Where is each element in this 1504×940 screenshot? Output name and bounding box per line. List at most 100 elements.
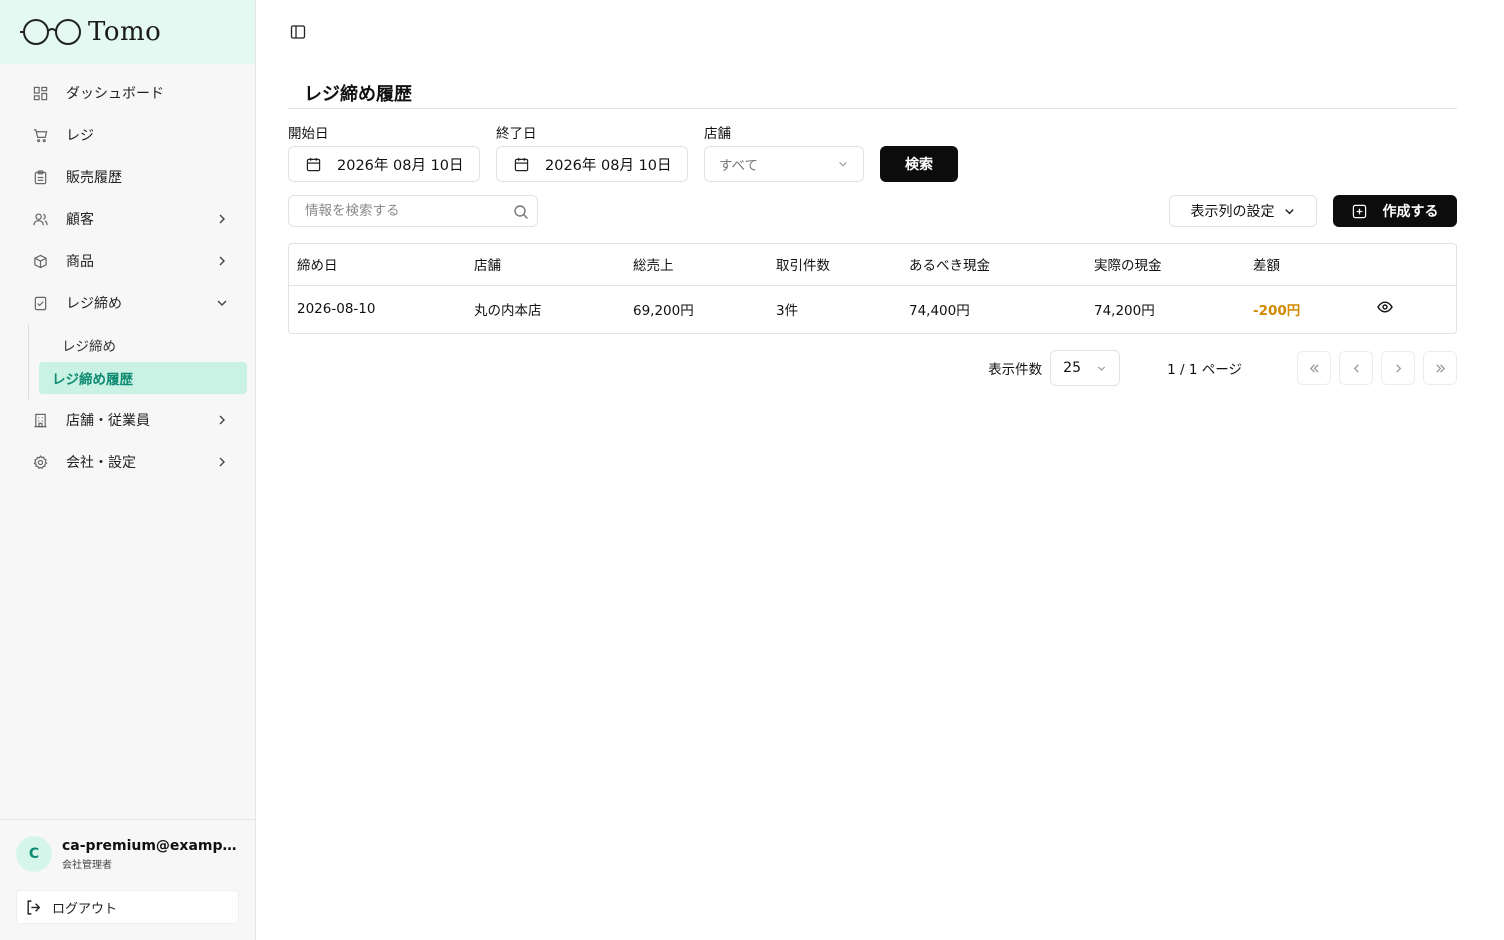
column-header[interactable]: 締め日 xyxy=(289,244,466,286)
user-profile[interactable]: C ca-premium@example.com 会社管理者 xyxy=(16,836,239,872)
sidebar-toggle-button[interactable] xyxy=(288,22,308,42)
dashboard-icon xyxy=(32,85,48,101)
main-content: レジ締め履歴 開始日 2026年 08月 10日 終了日 2026年 08月 1… xyxy=(256,0,1504,940)
chevron-down-icon xyxy=(1098,366,1106,371)
closing-history-table: 締め日 店舗 総売上 取引件数 あるべき現金 実際の現金 差額 2026-08-… xyxy=(288,243,1457,334)
search-input[interactable] xyxy=(305,203,505,219)
sidebar-item-company-settings[interactable]: 会社・設定 xyxy=(0,441,255,483)
sidebar-item-sales-history[interactable]: 販売履歴 xyxy=(0,156,255,198)
create-button-label: 作成する xyxy=(1382,204,1439,220)
next-page-button[interactable] xyxy=(1381,351,1415,385)
cell-difference: -200円 xyxy=(1253,303,1301,320)
sidebar-item-register-close[interactable]: レジ締め xyxy=(0,282,255,324)
sidebar-item-stores-staff[interactable]: 店舗・従業員 xyxy=(0,399,255,441)
glasses-logo-icon xyxy=(20,19,81,45)
chevron-right-icon xyxy=(219,457,225,467)
search-icon[interactable] xyxy=(513,204,529,220)
calendar-icon xyxy=(514,157,529,171)
title-divider xyxy=(288,108,1457,109)
start-date-label: 開始日 xyxy=(288,126,329,142)
gear-icon xyxy=(32,454,48,470)
column-header[interactable]: 実際の現金 xyxy=(1086,244,1245,286)
store-select-value: すべて xyxy=(719,158,759,174)
logout-icon xyxy=(27,899,41,915)
cart-icon xyxy=(32,127,48,143)
chevron-right-icon xyxy=(219,256,225,266)
sidebar-item-label: ダッシュボード xyxy=(66,86,164,102)
create-button[interactable]: 作成する xyxy=(1333,195,1457,227)
logout-button[interactable]: ログアウト xyxy=(16,890,239,924)
column-settings-label: 表示列の設定 xyxy=(1190,204,1275,220)
eye-icon xyxy=(1377,301,1393,313)
filter-bar: 開始日 2026年 08月 10日 終了日 2026年 08月 10日 店舗 す… xyxy=(288,122,958,182)
user-role: 会社管理者 xyxy=(62,859,112,871)
chevron-down-icon xyxy=(839,161,847,167)
brand-name: Tomo xyxy=(88,17,162,47)
sidebar-subitem-register-close[interactable]: レジ締め xyxy=(39,329,247,361)
calendar-icon xyxy=(306,157,321,171)
sidebar-subitem-register-close-history[interactable]: レジ締め履歴 xyxy=(39,362,247,394)
start-date-picker[interactable]: 2026年 08月 10日 xyxy=(288,146,480,182)
sidebar-item-customers[interactable]: 顧客 xyxy=(0,198,255,240)
column-header[interactable]: 総売上 xyxy=(625,244,768,286)
sidebar-item-label: 店舗・従業員 xyxy=(66,413,150,429)
user-email: ca-premium@example.com xyxy=(62,837,238,854)
column-header[interactable]: 差額 xyxy=(1245,244,1369,286)
column-settings-button[interactable]: 表示列の設定 xyxy=(1169,195,1317,227)
sidebar-item-products[interactable]: 商品 xyxy=(0,240,255,282)
chevron-right-icon xyxy=(219,415,225,425)
sidebar-item-label: レジ xyxy=(66,128,94,144)
sidebar-toggle-icon xyxy=(290,25,306,39)
chevron-right-icon xyxy=(1395,363,1401,373)
chevrons-right-icon xyxy=(1435,363,1445,373)
register-close-icon xyxy=(32,295,48,311)
end-date-field: 終了日 2026年 08月 10日 xyxy=(496,122,688,182)
column-header[interactable]: あるべき現金 xyxy=(901,244,1086,286)
first-page-button[interactable] xyxy=(1297,351,1331,385)
start-date-value: 2026年 08月 10日 xyxy=(337,157,464,174)
chevron-down-icon xyxy=(1284,208,1294,214)
clipboard-icon xyxy=(32,169,48,185)
avatar: C xyxy=(16,836,52,872)
box-icon xyxy=(32,253,48,269)
sidebar-item-label: レジ締め xyxy=(66,296,122,312)
sidebar-item-dashboard[interactable]: ダッシュボード xyxy=(0,72,255,114)
logout-label: ログアウト xyxy=(52,901,118,917)
chevron-right-icon xyxy=(219,214,225,224)
column-header[interactable]: 店舗 xyxy=(466,244,625,286)
plus-square-icon xyxy=(1352,204,1366,218)
cell-expected-cash: 74,400円 xyxy=(909,303,970,320)
per-page-value: 25 xyxy=(1063,360,1081,376)
cell-actions xyxy=(1369,285,1456,333)
table-search xyxy=(288,195,538,227)
table-row[interactable]: 2026-08-10 丸の内本店 69,200円 3件 74,400円 74,2… xyxy=(289,285,1456,333)
cell-transactions: 3件 xyxy=(776,303,799,320)
prev-page-button[interactable] xyxy=(1339,351,1373,385)
chevron-down-icon xyxy=(217,300,227,306)
end-date-picker[interactable]: 2026年 08月 10日 xyxy=(496,146,688,182)
column-header[interactable]: 取引件数 xyxy=(768,244,901,286)
table-toolbar: 表示列の設定 作成する xyxy=(288,195,1457,227)
column-header-actions xyxy=(1369,244,1456,286)
per-page-label: 表示件数 xyxy=(988,362,1043,378)
start-date-field: 開始日 2026年 08月 10日 xyxy=(288,122,480,182)
store-field: 店舗 すべて xyxy=(704,122,864,182)
chevrons-left-icon xyxy=(1309,363,1319,373)
store-select[interactable]: すべて xyxy=(704,146,864,182)
logo[interactable]: Tomo xyxy=(0,0,255,64)
per-page-select[interactable]: 25 xyxy=(1050,350,1121,386)
search-button[interactable]: 検索 xyxy=(880,146,958,182)
sidebar-item-label: 顧客 xyxy=(66,212,94,228)
chevron-left-icon xyxy=(1353,363,1359,373)
sidebar-item-label: 商品 xyxy=(66,254,94,270)
end-date-value: 2026年 08月 10日 xyxy=(545,157,672,174)
sidebar-item-register[interactable]: レジ xyxy=(0,114,255,156)
page-title: レジ締め履歴 xyxy=(304,84,412,105)
view-detail-button[interactable] xyxy=(1377,299,1393,315)
user-info: ca-premium@example.com 会社管理者 xyxy=(62,838,238,871)
sidebar-footer: C ca-premium@example.com 会社管理者 ログアウト xyxy=(0,819,255,940)
end-date-label: 終了日 xyxy=(496,126,537,142)
last-page-button[interactable] xyxy=(1423,351,1457,385)
page-info: 1 / 1 ページ xyxy=(1167,362,1242,378)
pagination: 表示件数 25 1 / 1 ページ xyxy=(988,350,1457,386)
